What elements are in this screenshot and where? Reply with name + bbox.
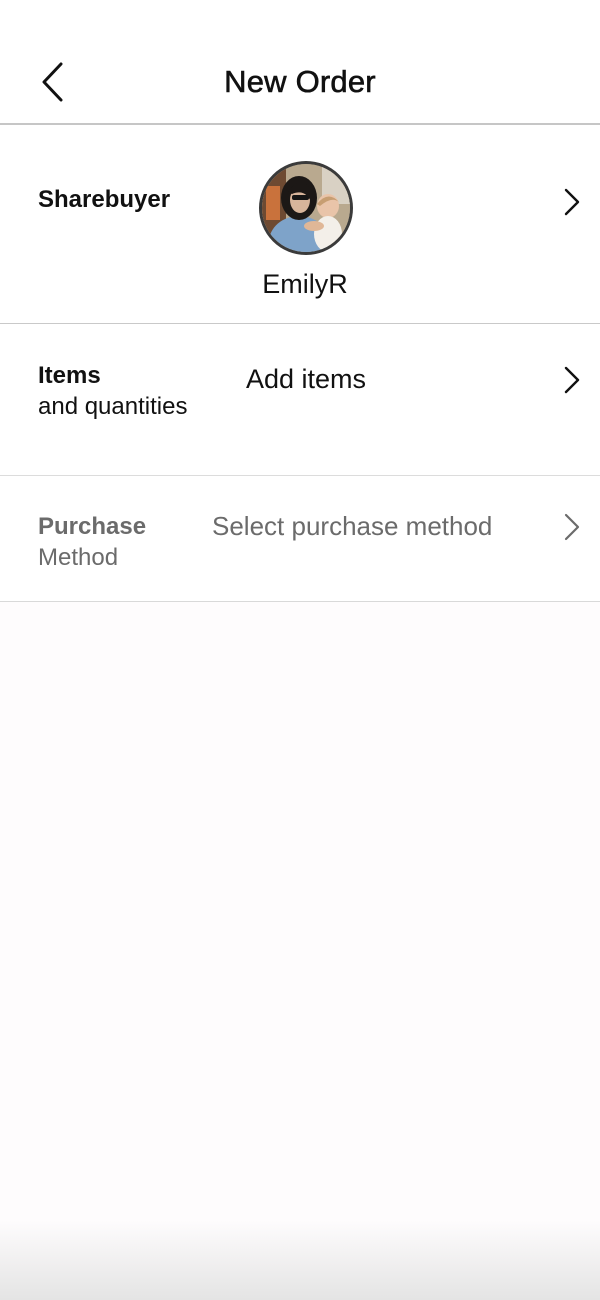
- select-purchase-method-value: Select purchase method: [212, 511, 493, 541]
- page-title: New Order: [224, 64, 376, 100]
- items-label: Items: [38, 362, 101, 389]
- items-row[interactable]: Items and quantities Add items: [0, 324, 600, 476]
- chevron-right-icon: [564, 513, 580, 541]
- purchase-method-row[interactable]: Purchase Method Select purchase method: [0, 476, 600, 602]
- purchase-method-sublabel: Method: [38, 544, 119, 571]
- add-items-value: Add items: [246, 364, 367, 394]
- chevron-right-icon: [564, 188, 580, 216]
- items-sublabel: and quantities: [38, 393, 188, 420]
- top-bar: New Order: [0, 0, 600, 125]
- sharebuyer-username: EmilyR: [262, 269, 348, 299]
- sharebuyer-row[interactable]: Sharebuyer EmilyR: [0, 125, 600, 324]
- avatar[interactable]: [259, 161, 353, 255]
- purchase-method-label: Purchase: [38, 513, 147, 540]
- chevron-right-icon: [564, 366, 580, 394]
- sharebuyer-label: Sharebuyer: [38, 186, 171, 213]
- bottom-edge: [0, 1220, 600, 1300]
